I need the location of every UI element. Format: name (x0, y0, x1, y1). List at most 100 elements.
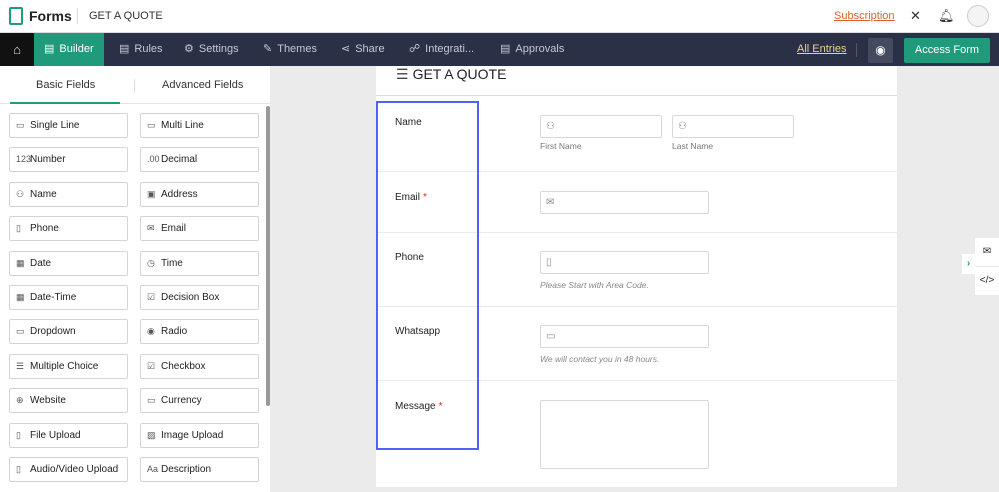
field-single-line[interactable]: ▭ Single Line (9, 113, 128, 138)
first-name-sublabel: First Name (540, 141, 582, 151)
envelope-icon: ✉ (546, 197, 555, 208)
field-time[interactable]: ◷ Time (140, 250, 259, 276)
nav-rules[interactable]: ▤ Rules (119, 33, 163, 66)
selection-highlight (376, 101, 479, 450)
field-label: Date-Time (30, 292, 77, 303)
nav-integrations[interactable]: ☍ Integrati... (409, 33, 474, 66)
code-embed-icon[interactable]: </> (975, 267, 999, 295)
field-label: File Upload (30, 429, 81, 441)
all-entries-link[interactable]: All Entries (797, 43, 847, 55)
nav-settings[interactable]: ⚙ Settings (184, 33, 239, 66)
notification-mail-icon[interactable]: ✉ (975, 238, 999, 266)
field-audio-video-upload[interactable]: ▯ Audio/Video Upload (9, 457, 128, 482)
nav-label: Integrati... (425, 43, 475, 55)
field-type-icon: .00 (147, 154, 160, 165)
field-address[interactable]: ▣ Address (140, 181, 259, 207)
avatar[interactable] (967, 5, 989, 27)
field-website[interactable]: ⊕ Website (9, 388, 128, 414)
field-type-icon: ▭ (16, 120, 25, 130)
builder-icon: ▤ (44, 43, 55, 55)
message-textarea[interactable] (540, 400, 709, 469)
field-type-icon: ▦ (16, 292, 25, 302)
field-date[interactable]: ▦ Date (9, 250, 128, 276)
tab-basic-fields[interactable]: Basic Fields (36, 79, 95, 91)
field-decimal[interactable]: .00Decimal (140, 147, 259, 173)
subscription-link[interactable]: Subscription (834, 10, 895, 22)
mobile-icon: ▯ (546, 257, 552, 268)
nav-approvals[interactable]: ▤ Approvals (500, 33, 564, 66)
first-name-input[interactable]: ⚇ (540, 115, 662, 138)
integration-icon: ☍ (409, 43, 421, 55)
field-type-icon: ▭ (147, 395, 156, 406)
home-icon[interactable]: ⌂ (0, 33, 34, 66)
preview-eye-icon[interactable]: ◉ (868, 38, 893, 63)
field-label: Radio (161, 326, 188, 338)
nav-label: Share (355, 43, 385, 55)
field-label: Decision Box (161, 292, 220, 303)
field-file-upload[interactable]: ▯ File Upload (9, 422, 128, 448)
field-label: Name (30, 188, 57, 200)
field-description[interactable]: Aa Description (140, 457, 259, 482)
nav-label: Builder (59, 43, 94, 55)
field-sidebar: Basic Fields Advanced Fields ▭ Single Lin… (0, 66, 270, 492)
last-name-input[interactable]: ⚇ (672, 115, 794, 138)
field-label: Multi Line (161, 120, 204, 131)
field-label: Time (161, 257, 183, 269)
nav-themes[interactable]: ✎ Themes (263, 33, 317, 66)
field-type-icon: ◉ (147, 326, 155, 337)
nav-builder[interactable]: ▤ Builder (34, 33, 104, 66)
field-image-upload[interactable]: ▨ Image Upload (140, 422, 259, 448)
form-header: ☰ GET A QUOTE (376, 66, 897, 96)
field-name[interactable]: ⚇ Name (9, 181, 128, 207)
field-type-icon: ☑ (147, 360, 156, 371)
field-checkbox[interactable]: ☑ Checkbox (140, 353, 259, 379)
email-input[interactable]: ✉ (540, 191, 709, 214)
field-label: Website (30, 395, 66, 407)
tab-advanced-fields[interactable]: Advanced Fields (162, 79, 243, 91)
tools-icon[interactable]: ✕ (910, 8, 921, 24)
gear-icon: ⚙ (184, 43, 194, 55)
brand-name: Forms (29, 8, 72, 24)
approvals-icon: ▤ (500, 43, 511, 55)
field-label: Checkbox (161, 360, 206, 372)
field-dropdown[interactable]: ▭ Dropdown (9, 319, 128, 345)
field-type-icon: ▭ (16, 326, 25, 337)
field-phone[interactable]: ▯ Phone (9, 216, 128, 242)
sidebar-scrollbar[interactable] (266, 106, 270, 406)
divider (77, 8, 78, 24)
field-type-icon: ☰ (16, 360, 25, 371)
person-icon: ⚇ (546, 121, 555, 132)
field-label: Dropdown (30, 326, 76, 338)
last-name-sublabel: Last Name (672, 141, 714, 151)
field-label: Description (161, 464, 212, 475)
field-number[interactable]: 123Number (9, 147, 128, 173)
field-multi-line[interactable]: ▭ Multi Line (140, 113, 259, 138)
phone-input[interactable]: ▯ (540, 251, 709, 274)
field-type-icon: ✉ (147, 223, 155, 234)
single-line-icon: ▭ (546, 331, 556, 342)
forms-logo-icon (9, 7, 23, 25)
phone-help-text: Please Start with Area Code. (540, 280, 649, 290)
bell-icon[interactable]: 🔔︎ (938, 8, 955, 24)
field-multiple-choice[interactable]: ☰ Multiple Choice (9, 353, 128, 379)
field-label: Address (161, 188, 198, 200)
field-radio[interactable]: ◉ Radio (140, 319, 259, 345)
field-date-time[interactable]: ▦ Date-Time (9, 285, 128, 310)
field-currency[interactable]: ▭ Currency (140, 388, 259, 414)
nav-label: Rules (134, 43, 163, 55)
share-icon: ⋖ (341, 43, 351, 55)
nav-bar: ⌂ ▤ Builder ▤ Rules ⚙ Settings ✎ Themes ⋖ Sha… (0, 33, 999, 66)
field-decision-box[interactable]: ☑ Decision Box (140, 285, 259, 310)
field-type-icon: ▨ (147, 429, 156, 440)
person-icon: ⚇ (678, 121, 687, 132)
field-type-icon: ◷ (147, 257, 155, 268)
field-label: Decimal (161, 154, 198, 166)
chevron-right-icon[interactable]: › (962, 254, 975, 274)
nav-label: Approvals (515, 43, 565, 55)
access-form-button[interactable]: Access Form (904, 38, 990, 63)
whatsapp-help-text: We will contact you in 48 hours. (540, 354, 660, 364)
field-label: Number (30, 154, 66, 166)
whatsapp-input[interactable]: ▭ (540, 325, 709, 348)
nav-share[interactable]: ⋖ Share (341, 33, 385, 66)
field-email[interactable]: ✉ Email (140, 216, 259, 242)
